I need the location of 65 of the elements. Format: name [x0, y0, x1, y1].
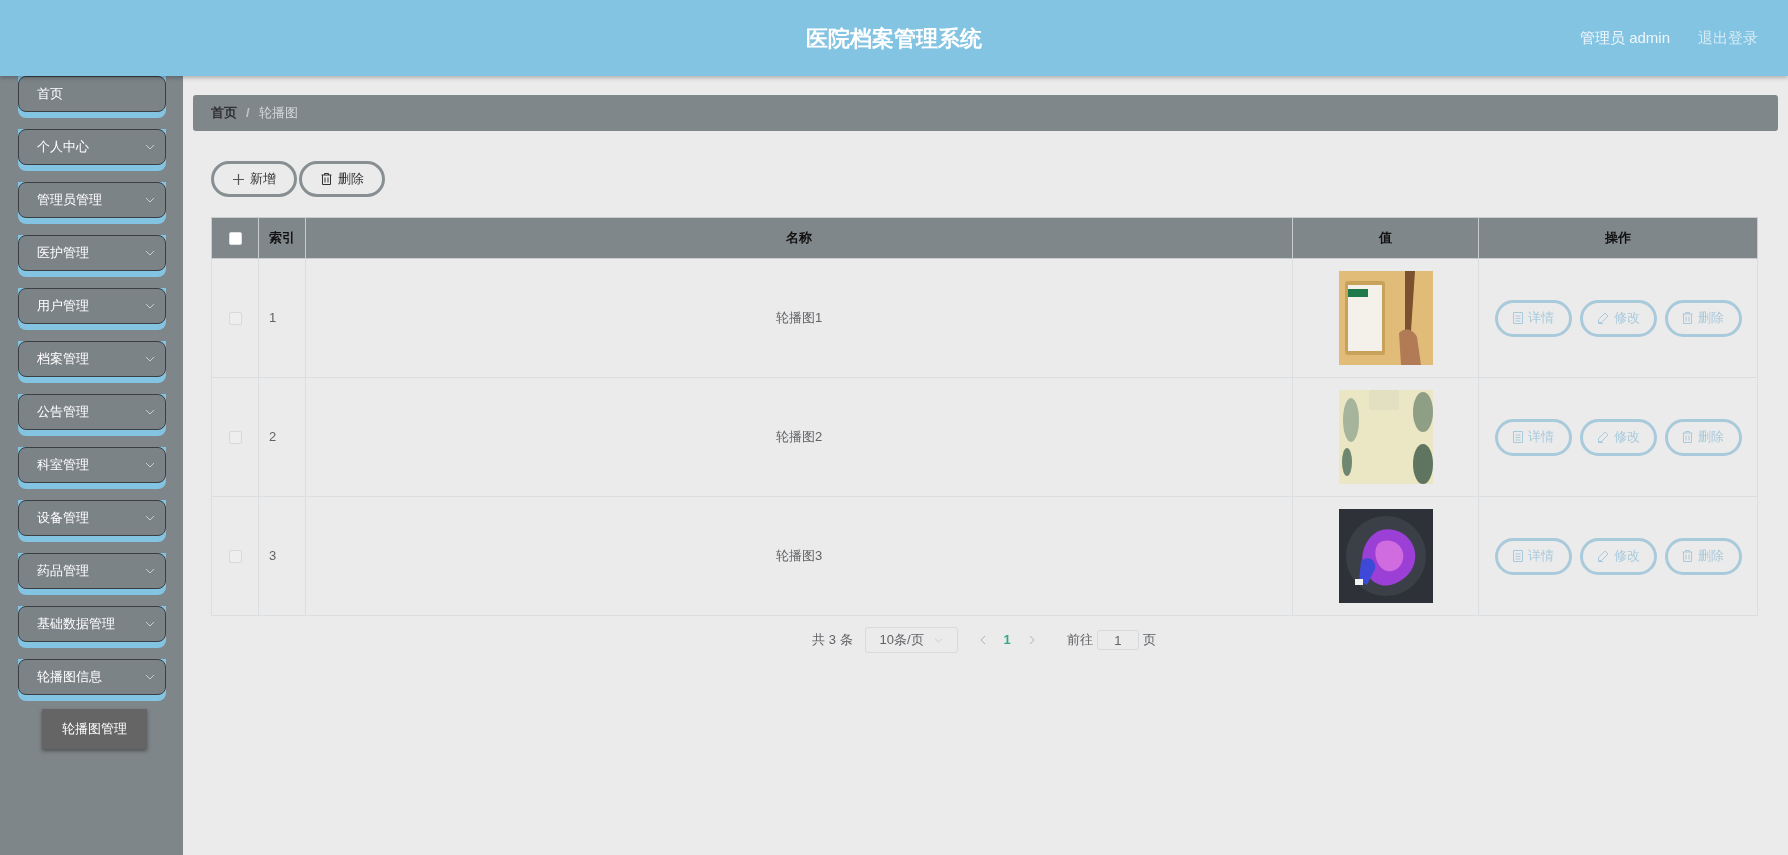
- column-header: 名称: [305, 217, 1293, 259]
- sidebar-menu-item[interactable]: 管理员管理: [17, 182, 166, 218]
- total-count: 共 3 条: [812, 631, 853, 650]
- pencil-icon: [1596, 431, 1609, 443]
- chevron-down-icon: [144, 462, 155, 468]
- page-suffix: 页: [1142, 631, 1156, 650]
- chevron-down-icon: [144, 568, 155, 574]
- row-checkbox[interactable]: [228, 430, 242, 444]
- column-header: 值: [1292, 217, 1479, 259]
- chevron-down-icon: [144, 303, 155, 309]
- table-cell: 轮播图2: [305, 377, 1293, 497]
- chevron-down-icon: [144, 621, 155, 627]
- page-size-select[interactable]: 10条/页: [864, 627, 958, 653]
- document-icon: [1512, 431, 1523, 443]
- sidebar-menu-item[interactable]: 首页: [17, 76, 166, 112]
- column-header: 操作: [1478, 217, 1758, 259]
- pencil-icon: [1596, 312, 1609, 324]
- trash-icon: [1682, 431, 1693, 443]
- chevron-left-icon[interactable]: [979, 635, 986, 645]
- trash-icon: [1682, 312, 1693, 324]
- chevron-down-icon: [144, 144, 155, 150]
- row-checkbox[interactable]: [228, 549, 242, 563]
- chevron-down-icon: [144, 515, 155, 521]
- table-cell: 1: [258, 258, 306, 378]
- plus-icon: [232, 173, 244, 185]
- sidebar-menu-item[interactable]: 档案管理: [17, 341, 166, 377]
- trash-icon: [320, 173, 332, 185]
- column-header: 索引: [258, 217, 306, 259]
- sidebar-menu-item[interactable]: 医护管理: [17, 235, 166, 271]
- sidebar-submenu-item[interactable]: 轮播图管理: [42, 709, 147, 749]
- app-title: 医院档案管理系统: [806, 24, 982, 53]
- user-label: 管理员 admin: [1579, 27, 1670, 48]
- sidebar-menu-item[interactable]: 用户管理: [17, 288, 166, 324]
- table-cell: 轮播图1: [305, 258, 1293, 378]
- document-icon: [1512, 312, 1523, 324]
- sidebar-menu-item[interactable]: 药品管理: [17, 553, 166, 589]
- sidebar-menu-item[interactable]: 个人中心: [17, 129, 166, 165]
- add-button[interactable]: 新增: [211, 161, 297, 197]
- table-cell: 轮播图3: [305, 496, 1293, 616]
- document-icon: [1512, 550, 1523, 562]
- chevron-down-icon: [144, 356, 155, 362]
- sidebar-menu-item[interactable]: 基础数据管理: [17, 606, 166, 642]
- chevron-down-icon: [933, 637, 943, 643]
- chevron-down-icon: [144, 674, 155, 680]
- breadcrumb-separator: /: [246, 104, 250, 123]
- row-checkbox[interactable]: [228, 311, 242, 325]
- pencil-icon: [1596, 550, 1609, 562]
- page-input[interactable]: 1: [1096, 630, 1139, 650]
- delete-button[interactable]: 删除: [299, 161, 385, 197]
- sidebar-menu-item[interactable]: 科室管理: [17, 447, 166, 483]
- chevron-down-icon: [144, 409, 155, 415]
- breadcrumb-item[interactable]: 首页: [211, 103, 237, 123]
- breadcrumb-item: 轮播图: [258, 104, 298, 123]
- select-all-checkbox[interactable]: [228, 231, 242, 245]
- goto-label: 前往: [1066, 631, 1093, 650]
- chevron-right-icon[interactable]: [1028, 635, 1035, 645]
- table-cell: 3: [258, 496, 306, 616]
- trash-icon: [1682, 550, 1693, 562]
- chevron-down-icon: [144, 250, 155, 256]
- chevron-down-icon: [144, 197, 155, 203]
- sidebar-menu-item[interactable]: 轮播图信息: [17, 659, 166, 695]
- table-cell: 2: [258, 377, 306, 497]
- page-number[interactable]: 1: [1003, 630, 1011, 650]
- sidebar-menu-item[interactable]: 设备管理: [17, 500, 166, 536]
- sidebar-menu-item[interactable]: 公告管理: [17, 394, 166, 430]
